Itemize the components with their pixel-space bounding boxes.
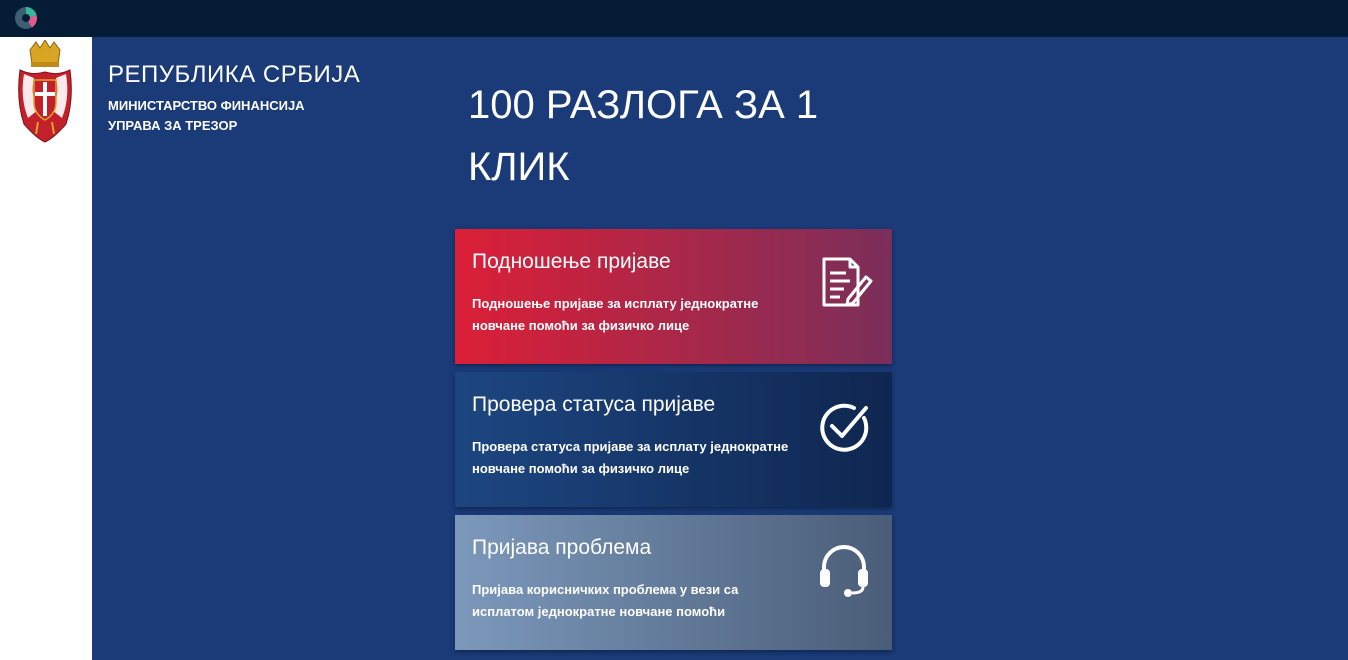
treasury-label: УПРАВА ЗА ТРЕЗОР bbox=[108, 118, 238, 133]
submit-application-card[interactable]: Подношење пријаве Подношење пријаве за и… bbox=[455, 229, 892, 364]
republic-title: РЕПУБЛИКА СРБИЈА bbox=[108, 61, 361, 88]
coat-of-arms-icon bbox=[16, 39, 74, 144]
card-description: Провера статуса пријаве за исплату једно… bbox=[472, 439, 789, 476]
ministry-label: МИНИСТАРСТВО ФИНАНСИЈА bbox=[108, 98, 305, 113]
card-description: Пријава корисничких проблема у вези са и… bbox=[472, 582, 739, 619]
top-bar bbox=[0, 0, 1348, 37]
document-edit-icon bbox=[814, 253, 874, 313]
card-title: Пријава проблема bbox=[472, 536, 652, 559]
check-circle-icon bbox=[814, 396, 874, 456]
check-status-card[interactable]: Провера статуса пријаве Провера статуса … bbox=[455, 372, 892, 507]
card-title: Провера статуса пријаве bbox=[472, 393, 716, 416]
card-description: Подношење пријаве за исплату једнократне… bbox=[472, 296, 759, 333]
page-headline: 100 РАЗЛОГА ЗА 1 КЛИК bbox=[468, 83, 819, 189]
report-problem-card[interactable]: Пријава проблема Пријава корисничких про… bbox=[455, 515, 892, 650]
headset-icon bbox=[814, 539, 874, 599]
card-title: Подношење пријаве bbox=[472, 250, 671, 273]
header-text: РЕПУБЛИКА СРБИЈА МИНИСТАРСТВО ФИНАНСИЈА … bbox=[108, 60, 360, 136]
app-logo-icon[interactable] bbox=[14, 6, 38, 30]
